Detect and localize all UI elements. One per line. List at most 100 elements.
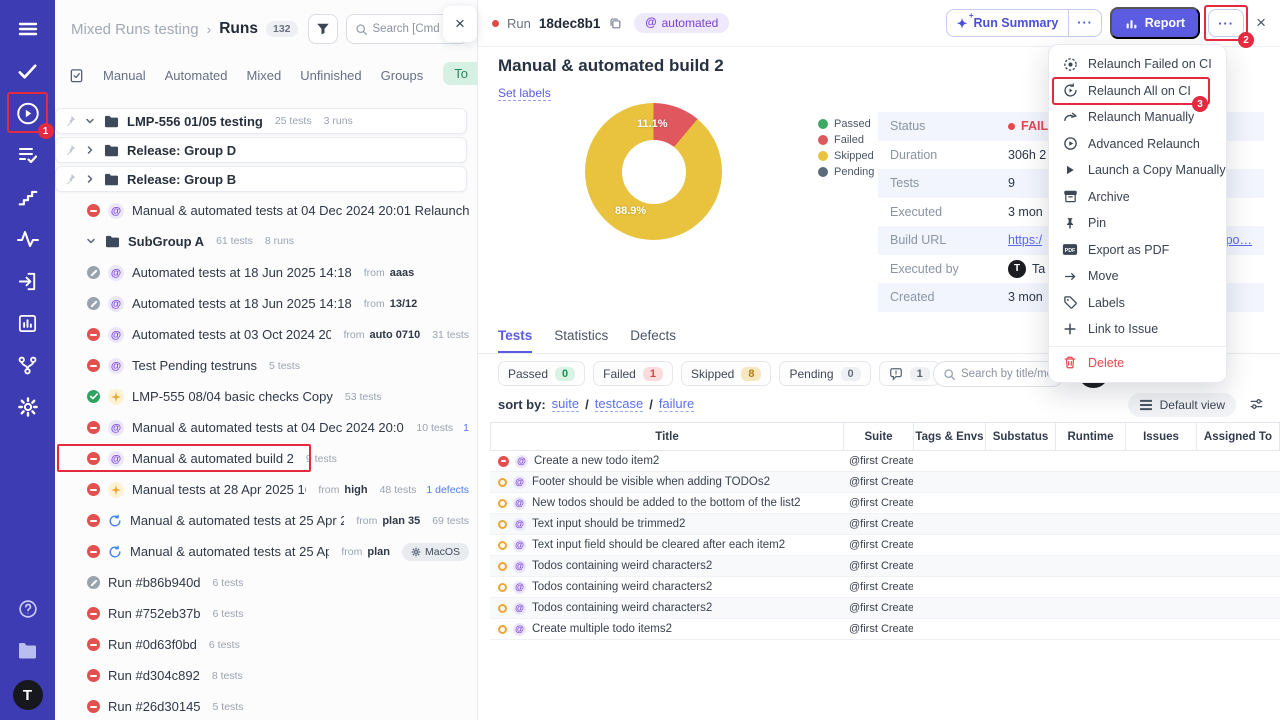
test-row[interactable]: @ Todos containing weird characters2 @firs… [490,577,1280,598]
run-row[interactable]: Run #26d30145 5 tests [55,691,477,720]
run-row[interactable]: @ Manual & automated tests at 04 Dec 2024… [55,412,477,443]
test-row[interactable]: @ Create a new todo item2 @first Create … [490,451,1280,472]
sidebar-projects-icon[interactable] [15,638,41,664]
column-header-issues[interactable]: Issues [1126,423,1197,450]
tests-search-input[interactable] [961,368,1061,380]
set-labels-link[interactable]: Set labels [498,86,551,101]
breadcrumb-section[interactable]: Runs [219,20,258,38]
column-header-tags-envs[interactable]: Tags & Envs [914,423,986,450]
run-summary-more-button[interactable]: ··· [1068,10,1101,36]
test-row[interactable]: @ Footer should be visible when adding TO… [490,472,1280,493]
legend-item-pending[interactable]: Pending [818,166,874,178]
sidebar-pulse-icon[interactable] [15,226,41,252]
clipboard-check-icon[interactable] [69,68,84,83]
chevron-down-icon[interactable] [85,235,97,247]
sidebar-branch-icon[interactable] [15,352,41,378]
avatar[interactable]: T [12,680,43,710]
tab-defects[interactable]: Defects [630,328,676,353]
run-row[interactable]: Manual & automated tests at 25 Apr 2025 … [55,536,477,567]
run-row[interactable]: LMP-555 08/04 basic checks Copy 53 tests [55,381,477,412]
test-row[interactable]: @ Todos containing weird characters2 @firs… [490,556,1280,577]
menu-item-relaunch-all-on-ci[interactable]: Relaunch All on CI 3 [1049,76,1226,112]
column-header-substatus[interactable]: Substatus [986,423,1056,450]
chevron-right-icon[interactable] [84,173,96,185]
more-actions-button[interactable]: ··· [1208,9,1245,37]
sidebar-bar-chart-icon[interactable] [15,310,41,336]
automated-badge[interactable]: @ automated [634,13,730,33]
sidebar-play-circle-icon[interactable]: 1 [6,92,54,139]
menu-item-launch-a-copy-manually[interactable]: Launch a Copy Manually [1049,157,1226,184]
sidebar-menu-icon[interactable] [15,16,41,42]
test-row[interactable]: @ New todos should be added to the bottom… [490,493,1280,514]
defects-count[interactable]: 1 defects [426,484,469,496]
column-header-assigned-to[interactable]: Assigned To [1197,423,1279,450]
runs-tab-unfinished[interactable]: Unfinished [300,68,361,83]
group-row[interactable]: SubGroup A 61 tests 8 runs [55,228,467,254]
run-row[interactable]: Manual & automated tests at 25 Apr 2025 … [55,505,477,536]
column-header-suite[interactable]: Suite [844,423,914,450]
chevron-down-icon[interactable] [84,115,96,127]
sidebar-settings-icon[interactable] [15,394,41,420]
runs-tab-groups[interactable]: Groups [381,68,424,83]
menu-item-export-as-pdf[interactable]: PDF Export as PDF [1049,237,1226,264]
filter-chip-passed[interactable]: Passed 0 [498,361,586,386]
report-button[interactable]: Report [1109,7,1201,39]
run-row[interactable]: @ Automated tests at 18 Jun 2025 14:18 fro… [55,257,477,288]
filter-chip-failed[interactable]: Failed 1 [593,361,673,386]
group-row[interactable]: Release: Group D [55,137,467,163]
filter-button[interactable] [307,14,338,44]
menu-item-delete[interactable]: Delete [1049,350,1226,377]
breadcrumb-project[interactable]: Mixed Runs testing [71,21,199,38]
sliders-icon[interactable] [1249,397,1264,411]
tab-tests[interactable]: Tests [498,328,533,353]
tab-statistics[interactable]: Statistics [554,328,608,353]
run-summary-button[interactable]: ✦ + Run Summary ··· [945,9,1102,37]
run-row[interactable]: Run #d304c892 8 tests [55,660,477,691]
run-row[interactable]: Run #b86b940d 6 tests [55,567,477,598]
legend-item-skipped[interactable]: Skipped [818,150,874,162]
run-row[interactable]: Run #752eb37b 6 tests [55,598,477,629]
run-row[interactable]: Manual tests at 28 Apr 2025 16:50 fromhig… [55,474,477,505]
filter-chip-skipped[interactable]: Skipped 8 [680,361,772,386]
run-row[interactable]: @ Automated tests at 18 Jun 2025 14:18 fro… [55,288,477,319]
run-row[interactable]: @ Manual & automated build 2 9 tests [55,443,477,474]
tests-search[interactable] [933,361,1065,387]
run-row[interactable]: @ Manual & automated tests at 04 Dec 2024… [55,195,477,226]
runs-tab-mixed[interactable]: Mixed [247,68,282,83]
sidebar-check-icon[interactable] [15,58,41,84]
runs-tab-manual[interactable]: Manual [103,68,146,83]
sort-link-testcase[interactable]: testcase [594,396,644,412]
menu-item-move[interactable]: Move [1049,263,1226,290]
sidebar-steps-icon[interactable] [15,184,41,210]
run-row[interactable]: @ Automated tests at 03 Oct 2024 20:25 fro… [55,319,477,350]
runs-tab-automated[interactable]: Automated [165,68,228,83]
test-row[interactable]: @ Text input field should be cleared afte… [490,535,1280,556]
build-url-link-end[interactable]: po… [1226,233,1252,247]
menu-item-relaunch-failed-on-ci[interactable]: Relaunch Failed on CI [1049,51,1226,78]
today-chip[interactable]: To [443,62,477,85]
chevron-right-icon[interactable] [84,144,96,156]
close-icon[interactable]: × [1256,13,1266,33]
menu-item-labels[interactable]: Labels [1049,290,1226,317]
column-header-title[interactable]: Title [491,423,844,450]
test-row[interactable]: @ Create multiple todo items2 @first Creat… [490,619,1280,640]
defects-count[interactable]: 1 [463,422,469,434]
group-row[interactable]: Release: Group B [55,166,467,192]
legend-item-failed[interactable]: Failed [818,134,874,146]
sidebar-sign-in-icon[interactable] [15,268,41,294]
sort-link-suite[interactable]: suite [551,396,580,412]
sidebar-runs-list-icon[interactable] [15,142,41,168]
sort-link-failure[interactable]: failure [658,396,695,412]
group-row[interactable]: LMP-556 01/05 testing 25 tests 3 runs [55,108,467,134]
menu-item-advanced-relaunch[interactable]: Advanced Relaunch [1049,131,1226,158]
filter-chip-pending[interactable]: Pending 0 [779,361,871,386]
column-header-runtime[interactable]: Runtime [1056,423,1126,450]
menu-item-archive[interactable]: Archive [1049,184,1226,211]
default-view-button[interactable]: Default view [1127,393,1236,417]
panel-close-button[interactable]: × [443,6,477,42]
copy-icon[interactable] [608,16,622,30]
run-row[interactable]: @ Test Pending testruns 5 tests [55,350,477,381]
sidebar-help-icon[interactable] [15,596,41,622]
menu-item-link-to-issue[interactable]: Link to Issue [1049,316,1226,343]
legend-item-passed[interactable]: Passed [818,118,874,130]
